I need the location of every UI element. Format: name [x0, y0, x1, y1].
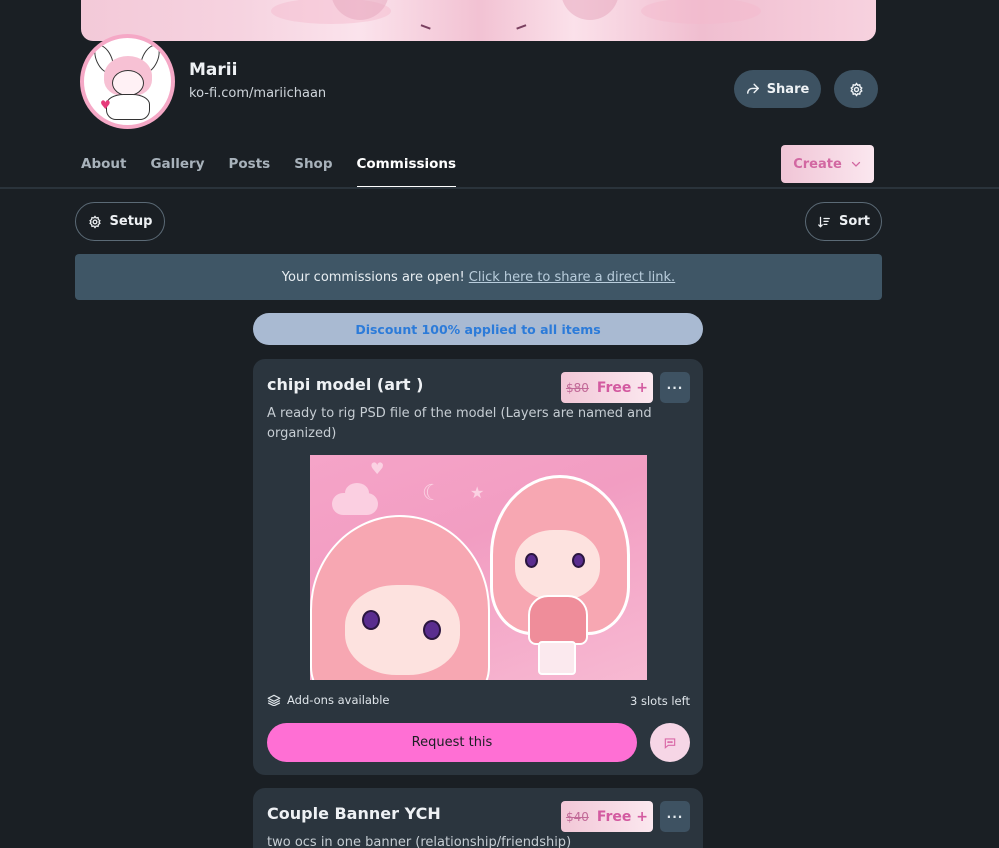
- chat-icon: [664, 737, 676, 749]
- avatar-detail: [106, 94, 150, 120]
- price-badge[interactable]: $80 Free +: [561, 372, 653, 403]
- kofi-commissions-page: ♥ Marii ko-fi.com/mariichaan Share About…: [0, 0, 999, 848]
- addons-label: Add-ons available: [287, 693, 390, 707]
- chevron-down-icon: [851, 161, 860, 167]
- banner-detail: [420, 22, 432, 30]
- profile-tabs: About Gallery Posts Shop Commissions: [81, 156, 480, 188]
- share-button-label: Share: [766, 81, 810, 97]
- more-dots-icon: ···: [666, 809, 684, 824]
- sort-icon: [818, 216, 830, 228]
- art-detail: [572, 553, 585, 568]
- sort-button[interactable]: Sort: [805, 202, 882, 241]
- banner-detail: [515, 22, 527, 30]
- more-dots-icon: ···: [666, 380, 684, 395]
- banner-detail: [561, 0, 619, 20]
- share-icon: [746, 83, 759, 94]
- discount-banner: Discount 100% applied to all items: [253, 313, 703, 345]
- tab-gallery[interactable]: Gallery: [150, 156, 204, 188]
- addons-indicator: Add-ons available: [267, 693, 390, 707]
- slots-left: 3 slots left: [630, 694, 690, 708]
- setup-button-label: Setup: [109, 214, 153, 229]
- art-detail: [423, 620, 441, 640]
- notice-text: Your commissions are open!: [281, 269, 465, 285]
- share-direct-link[interactable]: Click here to share a direct link.: [469, 270, 675, 285]
- avatar[interactable]: ♥: [80, 34, 175, 129]
- tab-shop[interactable]: Shop: [294, 156, 332, 188]
- layers-icon: [267, 694, 281, 706]
- message-button[interactable]: [650, 723, 690, 762]
- tab-about[interactable]: About: [81, 156, 126, 188]
- request-button[interactable]: Request this: [267, 723, 637, 762]
- gear-icon: [849, 81, 863, 97]
- discounted-price: Free +: [596, 379, 649, 396]
- art-detail: [362, 610, 380, 630]
- create-button-label: Create: [793, 156, 842, 172]
- price-badge[interactable]: $40 Free +: [561, 801, 653, 832]
- commission-title: chipi model (art ): [267, 375, 424, 394]
- create-button[interactable]: Create: [781, 145, 874, 183]
- gear-icon: [88, 214, 101, 229]
- profile-banner-image: [81, 0, 876, 41]
- art-detail: [345, 585, 460, 675]
- profile-name: Marii: [189, 60, 238, 80]
- art-detail: [345, 483, 369, 503]
- commission-description: A ready to rig PSD file of the model (La…: [267, 406, 652, 441]
- commission-title: Couple Banner YCH: [267, 804, 441, 823]
- commission-card: chipi model (art ) $80 Free + ··· A read…: [253, 359, 703, 775]
- tab-posts[interactable]: Posts: [229, 156, 271, 188]
- commissions-open-notice: Your commissions are open! Click here to…: [75, 254, 882, 300]
- art-detail: ★: [470, 483, 485, 502]
- art-detail: ♥: [370, 459, 385, 478]
- art-detail: ☾: [422, 481, 442, 506]
- commission-preview-image[interactable]: ♥ ★ ☾: [310, 455, 647, 680]
- commission-card: Couple Banner YCH $40 Free + ··· two ocs…: [253, 788, 703, 848]
- more-options-button[interactable]: ···: [660, 801, 690, 832]
- profile-url: ko-fi.com/mariichaan: [189, 86, 327, 101]
- original-price: $40: [565, 809, 589, 824]
- art-detail: [538, 641, 576, 675]
- commission-description: two ocs in one banner (relationship/frie…: [267, 835, 572, 848]
- tabs-divider: [0, 187, 999, 189]
- share-button[interactable]: Share: [734, 70, 821, 108]
- avatar-detail: [112, 70, 144, 96]
- original-price: $80: [565, 380, 589, 395]
- settings-button[interactable]: [834, 70, 878, 108]
- heart-icon: ♥: [100, 98, 111, 112]
- art-detail: [528, 595, 588, 645]
- more-options-button[interactable]: ···: [660, 372, 690, 403]
- setup-button[interactable]: Setup: [75, 202, 165, 241]
- banner-detail: [641, 0, 761, 24]
- art-detail: [525, 553, 538, 568]
- sort-button-label: Sort: [839, 214, 870, 229]
- discounted-price: Free +: [596, 808, 649, 825]
- tab-commissions[interactable]: Commissions: [356, 156, 457, 188]
